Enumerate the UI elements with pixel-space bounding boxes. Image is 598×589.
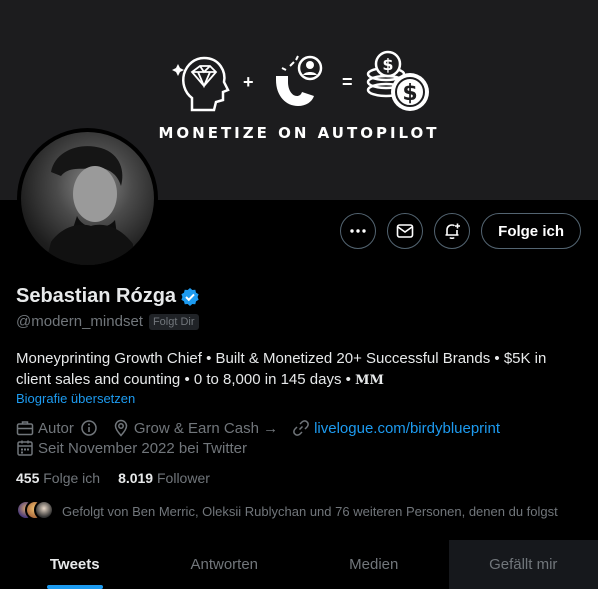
followed-by[interactable]: Gefolgt von Ben Merric, Oleksii Rublycha… [16,500,558,522]
svg-text:$: $ [402,81,417,106]
equals-sign: = [342,72,353,92]
following-button[interactable]: Folge ich [481,213,581,249]
joined-text: Seit November 2022 bei Twitter [38,439,247,457]
bio-text: Moneyprinting Growth Chief • Built & Mon… [16,350,547,388]
meta-website: livelogue.com/birdyblueprint [292,419,500,437]
avatar-photo [21,132,154,265]
info-icon[interactable] [80,419,98,437]
handle: @modern_mindset [16,313,143,330]
meta-location: Grow & Earn Cash → [112,419,278,437]
bio-mark: MM [355,373,384,388]
briefcase-icon [16,421,34,436]
tab-likes[interactable]: Gefällt mir [448,540,598,589]
tab-tweets[interactable]: Tweets [0,540,150,589]
followers-count: 8.019 [118,470,154,486]
svg-text:$: $ [382,55,393,74]
followed-by-text: Gefolgt von Ben Merric, Oleksii Rublycha… [62,503,558,519]
website-link[interactable]: livelogue.com/birdyblueprint [314,420,500,437]
coins-icon: $ $ [366,50,429,111]
location-pin-icon [114,419,128,437]
following-stat[interactable]: 455 Folge ich [16,470,100,486]
calendar-icon [17,440,33,456]
mail-icon [396,224,414,238]
following-label: Folge ich [43,470,101,486]
bell-plus-icon [445,223,461,240]
avatar [34,500,54,520]
follows-you-badge: Folgt Dir [148,313,199,330]
diamond-head-icon [172,56,230,112]
profile-joined-row: Seit November 2022 bei Twitter [16,439,247,457]
meta-category: Autor [16,419,98,437]
profile-actions: Folge ich [340,213,581,249]
profile-avatar[interactable] [17,128,158,269]
magnet-icon [276,55,323,106]
followers-label: Follower [157,470,210,486]
followers-stat[interactable]: 8.019 Follower [118,470,210,486]
followed-by-avatars [16,500,54,522]
bio: Moneyprinting Growth Chief • Built & Mon… [16,348,582,391]
more-icon [350,229,366,233]
location-text: Grow & Earn Cash → [133,419,279,437]
display-name: Sebastian Rózga [16,285,177,307]
handle-row: @modern_mindset Folgt Dir [16,313,199,330]
plus-sign: + [243,72,254,92]
profile-name-row: Sebastian Rózga [16,285,200,308]
meta-joined: Seit November 2022 bei Twitter [16,439,247,457]
follow-stats: 455 Folge ich 8.019 Follower [16,470,210,486]
more-button[interactable] [340,213,377,249]
verified-badge-icon[interactable] [180,287,200,307]
profile-meta-row: Autor Grow & Earn Cash → livelogue.com/b… [16,419,500,437]
message-button[interactable] [387,213,424,249]
category-text: Autor [38,419,74,437]
translate-bio-link[interactable]: Biografie übersetzen [16,391,135,406]
link-icon [293,420,309,436]
notifications-button[interactable] [434,213,471,249]
following-count: 455 [16,470,40,486]
tab-replies[interactable]: Antworten [150,540,300,589]
tab-media[interactable]: Medien [299,540,449,589]
profile-tabs: Tweets Antworten Medien Gefällt mir [0,540,598,589]
